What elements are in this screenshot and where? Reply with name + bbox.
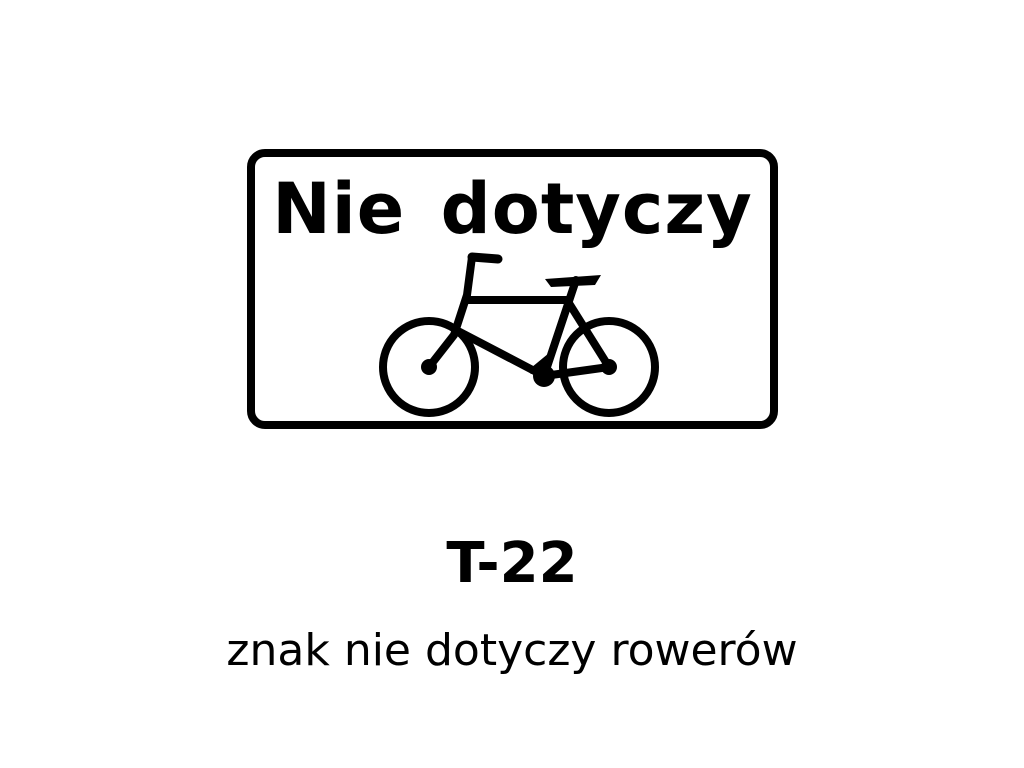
sign-code: T-22 [446, 531, 578, 596]
bicycle-icon [379, 252, 659, 417]
page: Nie dotyczy T-22 znak nie dotyczy roweró… [0, 0, 1024, 768]
sign-text: Nie dotyczy [272, 168, 753, 250]
traffic-sign-plate: Nie dotyczy [247, 149, 778, 429]
sign-description: znak nie dotyczy rowerów [226, 625, 798, 676]
